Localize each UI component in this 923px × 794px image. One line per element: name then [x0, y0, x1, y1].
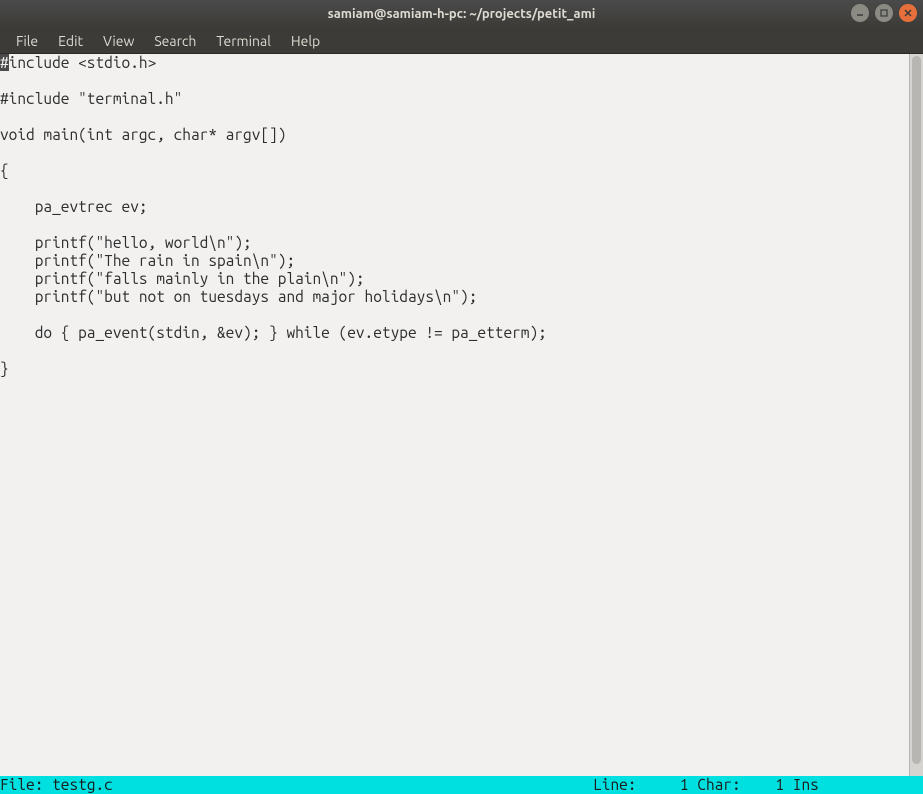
- editor-content[interactable]: #include <stdio.h> #include "terminal.h"…: [0, 54, 923, 378]
- close-button[interactable]: [899, 4, 917, 22]
- status-file-label: File:: [0, 776, 52, 794]
- vertical-scrollbar[interactable]: [909, 54, 923, 776]
- code-text: include <stdio.h> #include "terminal.h" …: [0, 54, 547, 377]
- status-char-label: Char:: [697, 776, 740, 793]
- scrollbar-thumb[interactable]: [912, 56, 921, 764]
- status-char-value: 1: [775, 776, 784, 793]
- editor-area[interactable]: #include <stdio.h> #include "terminal.h"…: [0, 54, 923, 776]
- status-line-label: Line:: [593, 776, 636, 793]
- window-controls: [851, 4, 917, 22]
- status-line-section: Line: 1 Char: 1 Ins: [593, 776, 923, 794]
- window-titlebar: samiam@samiam-h-pc: ~/projects/petit_ami: [0, 0, 923, 28]
- menu-search[interactable]: Search: [144, 30, 206, 52]
- status-mode: Ins: [793, 776, 819, 793]
- menu-terminal[interactable]: Terminal: [206, 30, 281, 52]
- menu-help[interactable]: Help: [281, 30, 330, 52]
- cursor: #: [0, 54, 9, 71]
- status-file-name: testg.c: [52, 776, 113, 794]
- menubar: File Edit View Search Terminal Help: [0, 28, 923, 54]
- menu-view[interactable]: View: [93, 30, 144, 52]
- window-title: samiam@samiam-h-pc: ~/projects/petit_ami: [0, 7, 923, 21]
- menu-edit[interactable]: Edit: [48, 30, 93, 52]
- menu-file[interactable]: File: [6, 30, 48, 52]
- statusbar: File: testg.c Line: 1 Char: 1 Ins: [0, 776, 923, 794]
- maximize-button[interactable]: [875, 4, 893, 22]
- status-line-value: 1: [680, 776, 689, 793]
- minimize-button[interactable]: [851, 4, 869, 22]
